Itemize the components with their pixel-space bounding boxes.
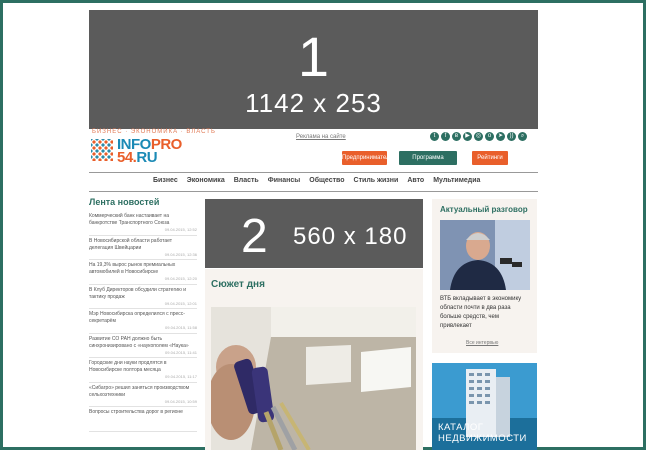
logo-dots-icon xyxy=(91,139,113,161)
odnoklassniki-icon[interactable]: о xyxy=(485,132,494,141)
nav-item-power[interactable]: Власть xyxy=(234,177,259,184)
interview-photo[interactable] xyxy=(440,220,530,290)
telegram-icon[interactable]: ➤ xyxy=(496,132,505,141)
logo-text-54: 54. xyxy=(117,149,137,166)
news-date: 09.04.2015, 11:41 xyxy=(165,349,197,355)
youtube-icon[interactable]: ▶ xyxy=(463,132,472,141)
speaker-photo-image xyxy=(440,220,530,290)
nav-item-multimedia[interactable]: Мультимедиа xyxy=(433,177,480,184)
list-item[interactable]: «Сибагро» решил заняться производством с… xyxy=(89,383,197,407)
news-date: 09.04.2015, 11:17 xyxy=(165,374,197,379)
news-headline[interactable]: Вопросы строительства дорог в регионе xyxy=(89,409,197,416)
news-date: 09.04.2015, 10:59 xyxy=(164,398,197,404)
news-headline[interactable]: На 19,3% вырос рынок премиальных автомоб… xyxy=(89,262,197,276)
interview-title: Актуальный разговор xyxy=(440,205,528,214)
news-headline[interactable]: Развитие СО РАН должно быть синхронизиро… xyxy=(89,336,197,350)
site-logo[interactable]: INFOPRO 54.RU xyxy=(91,136,211,168)
banner-caption-line2: НЕДВИЖИМОСТИ xyxy=(438,433,527,444)
header-button-program[interactable]: Программа развития xyxy=(399,151,457,175)
news-date: 09.04.2015, 12:01 xyxy=(164,300,197,306)
story-of-day-title[interactable]: Сюжет дня xyxy=(211,279,265,290)
ad-size: 560 x 180 xyxy=(293,223,408,250)
logo-text-ru: RU xyxy=(136,149,158,166)
news-date: 09.04.2015, 12:36 xyxy=(164,251,197,257)
list-item[interactable]: Городские дни науки продлятся в Новосиби… xyxy=(89,358,197,383)
story-photo[interactable] xyxy=(211,307,416,450)
twitter-icon[interactable]: t xyxy=(430,132,439,141)
list-item[interactable]: На 19,3% вырос рынок премиальных автомоб… xyxy=(89,260,197,285)
news-date: 09.04.2015, 12:52 xyxy=(164,227,197,232)
list-item[interactable]: Мэр Новосибирска определился с пресс-сек… xyxy=(89,309,197,334)
nav-item-economy[interactable]: Экономика xyxy=(187,177,225,184)
nav-item-business[interactable]: Бизнес xyxy=(153,177,178,184)
search-icon[interactable]: ⌕ xyxy=(518,132,527,141)
header-button-business[interactable]: Предпринимательство xyxy=(342,151,405,165)
main-nav: Бизнес Экономика Власть Финансы Общество… xyxy=(89,172,538,192)
rss-icon[interactable]: )) xyxy=(507,132,516,141)
nav-item-lifestyle[interactable]: Стиль жизни xyxy=(354,177,399,184)
list-item[interactable]: Вопросы строительства дорог в регионе xyxy=(89,407,197,432)
ad-number: 2 xyxy=(241,210,268,263)
social-icons: t f в ▶ ◎ о ➤ )) ⌕ xyxy=(430,132,527,141)
nav-item-society[interactable]: Общество xyxy=(309,177,344,184)
news-headline[interactable]: «Сибагро» решил заняться производством с… xyxy=(89,385,197,399)
list-item[interactable]: В Новосибирской области работает делегац… xyxy=(89,236,197,260)
news-headline[interactable]: Коммерческий банк настаивает на банкротс… xyxy=(89,213,197,227)
banner-caption-line1: КАТАЛОГ xyxy=(438,422,484,433)
interview-headline[interactable]: ВТБ вкладывает в экономику области почти… xyxy=(440,295,532,331)
vk-icon[interactable]: в xyxy=(452,132,461,141)
nav-item-finance[interactable]: Финансы xyxy=(268,177,301,184)
ad-number: 1 xyxy=(297,25,330,88)
news-headline[interactable]: В Клуб Директоров обсудили стратегию и т… xyxy=(89,287,197,301)
news-date: 09.04.2015, 12:20 xyxy=(164,276,197,281)
facebook-icon[interactable]: f xyxy=(441,132,450,141)
advertising-link[interactable]: Реклама на сайте xyxy=(296,134,346,140)
header-tagline: БИЗНЕС · ЭКОНОМИКА · ВЛАСТЬ xyxy=(92,129,216,135)
news-headline[interactable]: В Новосибирской области работает делегац… xyxy=(89,238,197,252)
list-item[interactable]: Развитие СО РАН должно быть синхронизиро… xyxy=(89,334,197,358)
real-estate-banner[interactable]: КАТАЛОГ НЕДВИЖИМОСТИ xyxy=(432,363,537,450)
all-interviews-link[interactable]: Все интервью xyxy=(466,340,498,346)
nav-item-auto[interactable]: Авто xyxy=(407,177,424,184)
ad-banner-middle[interactable]: 2 560 x 180 xyxy=(205,199,423,268)
news-date: 09.04.2015, 11:58 xyxy=(165,325,197,330)
news-feed: Лента новостей Коммерческий банк настаив… xyxy=(89,197,197,432)
list-item[interactable]: Коммерческий банк настаивает на банкротс… xyxy=(89,211,197,236)
ad-banner-top[interactable]: 1 1142 x 253 xyxy=(89,10,538,129)
header-button-ratings[interactable]: Рейтинги xyxy=(472,151,508,165)
news-headline[interactable]: Мэр Новосибирска определился с пресс-сек… xyxy=(89,311,197,325)
news-headline[interactable]: Городские дни науки продлятся в Новосиби… xyxy=(89,360,197,374)
list-item[interactable]: В Клуб Директоров обсудили стратегию и т… xyxy=(89,285,197,309)
keys-photo-image xyxy=(211,307,416,450)
instagram-icon[interactable]: ◎ xyxy=(474,132,483,141)
news-feed-title: Лента новостей xyxy=(89,197,160,207)
ad-size: 1142 x 253 xyxy=(245,88,382,118)
